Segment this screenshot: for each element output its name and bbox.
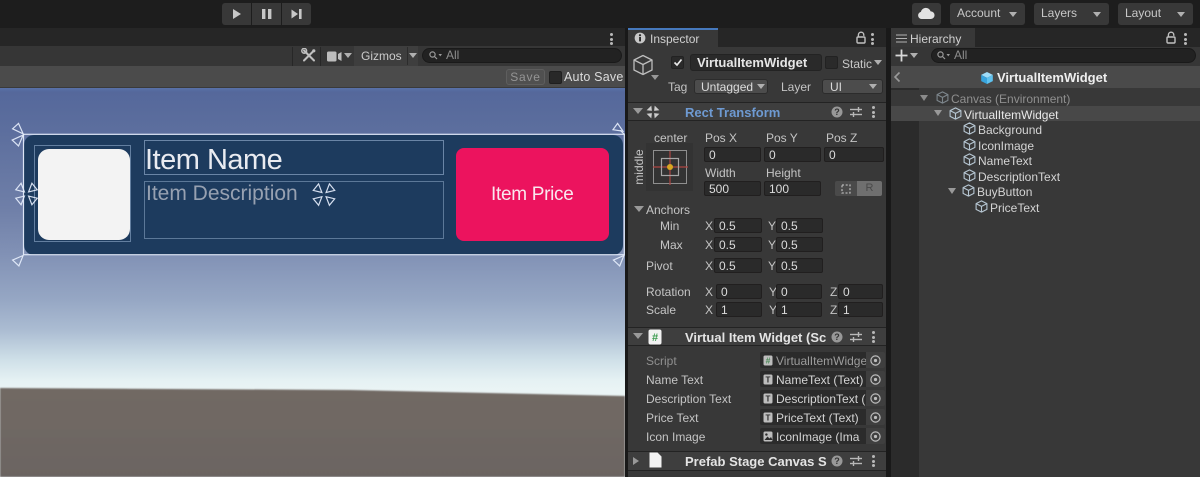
svg-text:?: ? <box>834 456 840 466</box>
svg-text:?: ? <box>834 107 840 117</box>
svg-text:#: # <box>652 332 658 344</box>
svg-text:T: T <box>766 376 771 385</box>
svg-text:T: T <box>766 414 771 423</box>
svg-text:#: # <box>766 356 771 366</box>
svg-text:T: T <box>766 395 771 404</box>
svg-text:?: ? <box>834 332 840 342</box>
